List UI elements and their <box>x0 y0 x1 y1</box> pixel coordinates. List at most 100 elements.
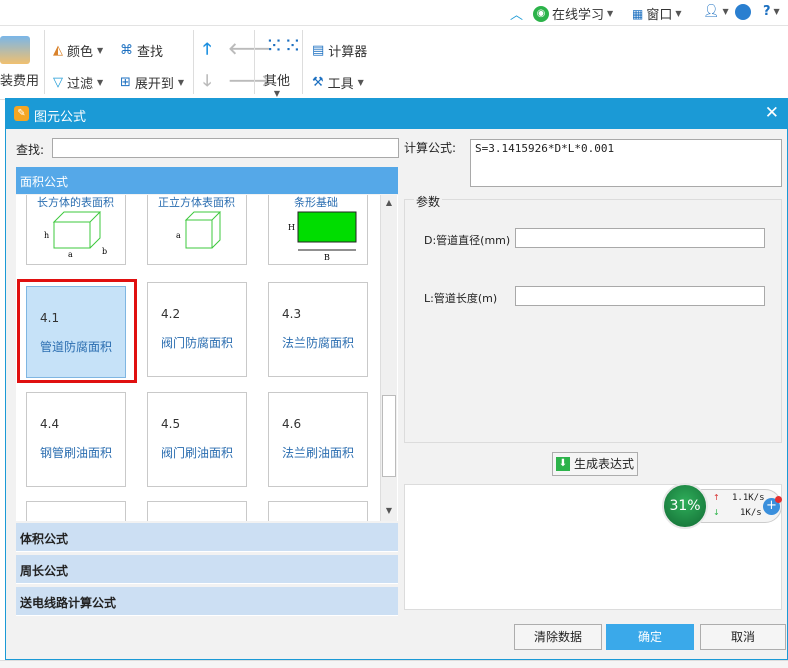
tile-pipe-anticorrosion[interactable]: 4.1 管道防腐面积 <box>26 286 126 378</box>
tile-valve-anticorrosion[interactable]: 4.2 阀门防腐面积 <box>147 282 247 377</box>
other-grid-icon[interactable]: ⁙⁙ <box>265 36 302 58</box>
tile-flange-painting[interactable]: 4.6 法兰刷油面积 <box>268 392 368 487</box>
upload-speed: 1.1K/s <box>732 493 765 503</box>
tree-expand-icon: ⊞ <box>120 75 131 90</box>
tile-label: 阀门刷油面积 <box>161 446 234 460</box>
mascot-icon[interactable] <box>735 4 751 20</box>
param-length-label: L:管道长度(m) <box>424 292 498 305</box>
search-input[interactable] <box>52 138 399 158</box>
cuboid-diagram-icon: h a b <box>44 211 107 258</box>
filter-label: 过滤 <box>67 77 94 92</box>
cube-diagram-icon: a <box>176 211 222 249</box>
generate-expression-label: 生成表达式 <box>573 457 634 471</box>
svg-text:H: H <box>288 223 295 232</box>
expand-to-button[interactable]: ⊞ 展开到 ▼ <box>120 73 184 92</box>
chevron-down-icon: ▼ <box>97 46 104 55</box>
online-learning-menu[interactable]: ◉ 在线学习 ▼ <box>533 4 613 23</box>
formula-textbox[interactable]: S=3.1415926*D*L*0.001 <box>470 139 782 187</box>
top-bar: ︿ ◉ 在线学习 ▼ ▦ 窗口 ▼ 👤︎ ▼ ? ▼ <box>0 0 788 26</box>
netmon-percent-circle: 31% <box>662 483 708 529</box>
user-menu[interactable]: 👤︎ ▼ <box>703 4 729 19</box>
ribbon-separator <box>302 30 303 94</box>
other-button[interactable]: 其他 ▼ <box>264 70 290 98</box>
category-perimeter-formula[interactable]: 周长公式 <box>16 555 398 584</box>
download-arrow-icon: ↓ <box>713 508 720 517</box>
calculator-label: 计算器 <box>328 45 368 60</box>
chevron-down-icon: ▼ <box>273 89 281 98</box>
tile-number: 4.1 <box>40 311 60 325</box>
tile-cuboid-surface[interactable]: 长方体的表面积 h a b <box>26 195 126 265</box>
tile-label: 钢管刷油面积 <box>40 446 113 460</box>
find-button[interactable]: ⌘ 查找 <box>120 41 163 60</box>
scroll-down-icon[interactable]: ▼ <box>381 503 397 519</box>
tile-steelpipe-painting[interactable]: 4.4 钢管刷油面积 <box>26 392 126 487</box>
window-grid-icon: ▦ <box>632 6 644 21</box>
tile-list-scrollbar[interactable]: ▲ ▼ <box>380 195 397 521</box>
tile-partial[interactable] <box>147 501 247 521</box>
help-icon: ? <box>763 4 771 19</box>
generate-expression-button[interactable]: ⬇ 生成表达式 <box>552 452 638 476</box>
network-monitor-widget[interactable]: 31% ↑ ↓ 1.1K/s 1K/s + <box>662 481 786 533</box>
other-label: 其他 <box>264 74 291 89</box>
svg-text:a: a <box>68 250 73 258</box>
svg-text:B: B <box>324 253 330 262</box>
tile-number: 4.2 <box>161 307 181 321</box>
help-menu[interactable]: ? ▼ <box>763 4 780 19</box>
tile-label: 法兰刷油面积 <box>282 446 355 460</box>
dialog-title: 图元公式 <box>34 110 87 125</box>
expand-to-label: 展开到 <box>134 77 174 92</box>
install-cost-button[interactable]: 装费用 <box>0 70 39 89</box>
search-label: 查找: <box>16 143 45 157</box>
collapse-ribbon-icon[interactable]: ︿ <box>510 4 523 23</box>
move-up-icon[interactable]: 🡑 <box>203 38 211 65</box>
tile-partial[interactable] <box>268 501 368 521</box>
tile-partial[interactable] <box>26 501 126 521</box>
chevron-down-icon: ▼ <box>177 78 185 87</box>
background-grid-strip <box>0 660 788 668</box>
cancel-button[interactable]: 取消 <box>700 624 786 650</box>
online-learning-icon: ◉ <box>533 5 549 22</box>
tile-number: 4.4 <box>40 417 60 431</box>
tile-label: 阀门防腐面积 <box>161 336 234 350</box>
calculator-button[interactable]: ▤ 计算器 <box>312 41 367 60</box>
find-label: 查找 <box>137 45 164 60</box>
move-down-icon[interactable]: 🡓 <box>203 70 211 97</box>
calculator-icon: ▤ <box>312 43 325 58</box>
tools-button[interactable]: ⚒ 工具 ▼ <box>312 73 364 92</box>
tile-cube-surface[interactable]: 正立方体表面积 a <box>147 195 247 265</box>
download-arrow-icon: ⬇ <box>555 457 570 471</box>
svg-text:b: b <box>102 247 107 256</box>
binoculars-icon: ⌘ <box>120 43 133 58</box>
ok-button[interactable]: 确定 <box>606 624 694 650</box>
formula-tile-list: 长方体的表面积 h a b 正立方体表面积 a 条形基础 H B 4.1 管道防… <box>16 195 398 521</box>
tile-number: 4.3 <box>282 307 302 321</box>
window-menu[interactable]: ▦ 窗口 ▼ <box>632 4 682 24</box>
scroll-thumb[interactable] <box>382 395 396 477</box>
close-icon[interactable]: ✕ <box>765 103 779 123</box>
params-label: 参数 <box>414 193 443 210</box>
chevron-down-icon: ▼ <box>97 78 104 87</box>
tile-label: 法兰防腐面积 <box>282 336 355 350</box>
category-power-line-formula[interactable]: 送电线路计算公式 <box>16 587 398 616</box>
category-volume-formula[interactable]: 体积公式 <box>16 523 398 552</box>
strip-foundation-diagram-icon: H B <box>288 211 357 262</box>
install-cost-icon[interactable] <box>0 36 30 64</box>
paint-bucket-icon: ◭ <box>53 43 63 58</box>
chevron-down-icon: ▼ <box>773 7 780 16</box>
tile-number: 4.6 <box>282 417 302 431</box>
param-diameter-input[interactable] <box>515 228 765 248</box>
param-length-input[interactable] <box>515 286 765 306</box>
clear-data-button[interactable]: 清除数据 <box>514 624 602 650</box>
tile-strip-foundation[interactable]: 条形基础 H B <box>268 195 368 265</box>
filter-button[interactable]: ▽ 过滤 ▼ <box>53 73 103 92</box>
tile-number: 4.5 <box>161 417 181 431</box>
tile-flange-anticorrosion[interactable]: 4.3 法兰防腐面积 <box>268 282 368 377</box>
formula-app-icon: ✎ <box>14 106 29 121</box>
dialog-titlebar: ✎ 图元公式 ✕ <box>6 99 787 129</box>
chevron-down-icon: ▼ <box>722 7 729 16</box>
color-button[interactable]: ◭ 颜色 ▼ <box>53 41 103 60</box>
window-menu-label: 窗口 <box>646 8 673 23</box>
scroll-up-icon[interactable]: ▲ <box>381 195 397 211</box>
category-area-formula[interactable]: 面积公式 <box>16 167 398 194</box>
tile-valve-painting[interactable]: 4.5 阀门刷油面积 <box>147 392 247 487</box>
